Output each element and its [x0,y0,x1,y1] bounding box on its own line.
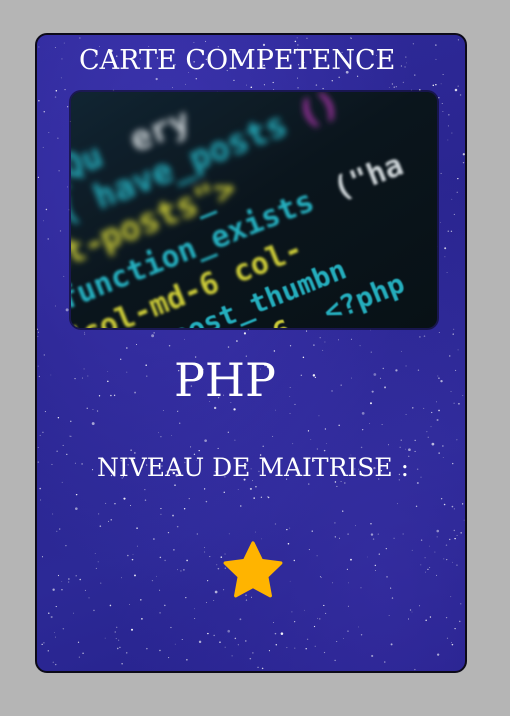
card-heading: CARTE COMPETENCE [79,45,396,76]
mastery-level-label: NIVEAU DE MAITRISE : [97,453,410,482]
code-editor-image: wp_Qu ery if ( have_posts () dget- posts… [71,92,437,328]
code-photo-icon: wp_Qu ery if ( have_posts () dget- posts… [71,92,437,328]
skill-name: PHP [173,353,277,407]
star-icon [223,541,283,598]
skill-card: CARTE COMPETENCE PHP NIVEAU DE MAITRISE … [35,33,467,673]
